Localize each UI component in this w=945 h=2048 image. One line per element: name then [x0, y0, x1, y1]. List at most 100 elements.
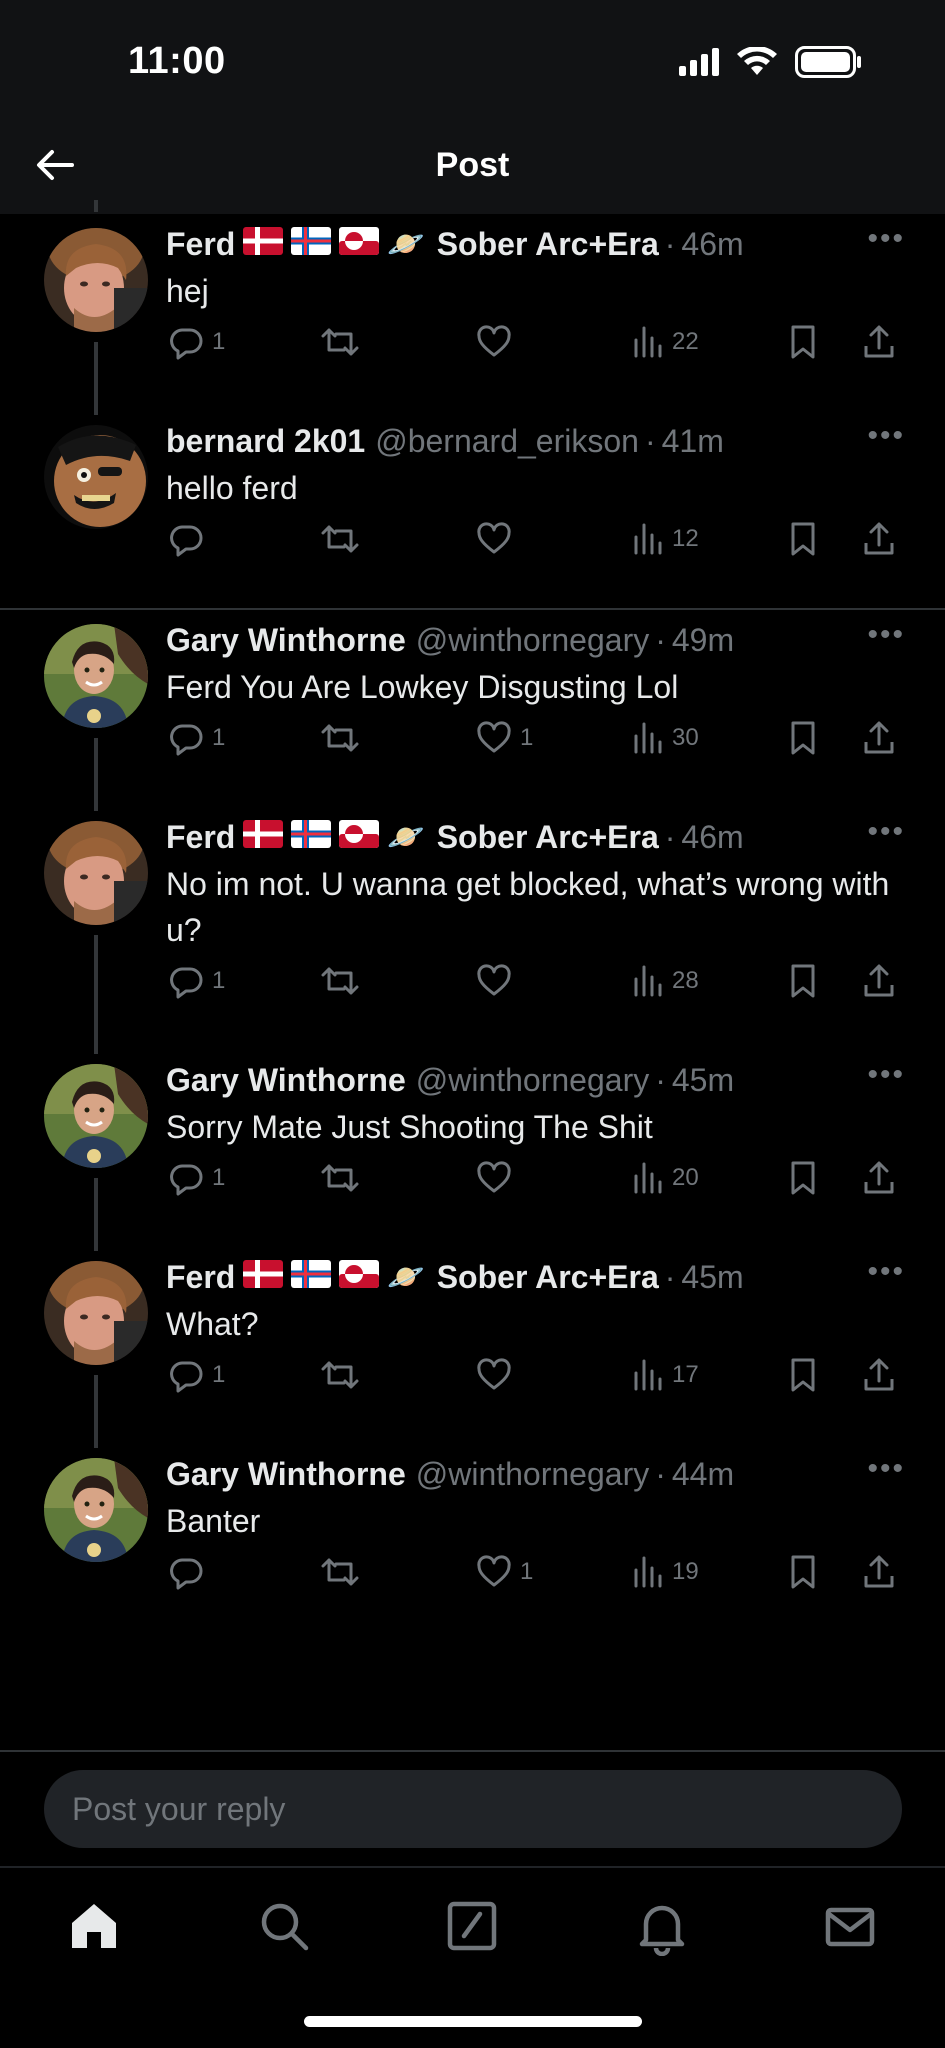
share-icon — [862, 1554, 896, 1590]
timestamp[interactable]: 45m — [672, 1062, 734, 1099]
search-icon[interactable] — [254, 1896, 314, 1956]
avatar[interactable] — [44, 425, 148, 529]
more-options-icon[interactable]: ••• — [867, 618, 905, 652]
tweet-actions: 1 28 — [0, 963, 945, 1007]
like-button[interactable] — [476, 1160, 520, 1196]
tweet[interactable]: Gary Winthorne @winthornegary · 45m ••• Sorry… — [0, 1050, 945, 1251]
reply-input[interactable]: Post your reply — [44, 1770, 902, 1848]
like-button[interactable] — [476, 963, 520, 999]
like-button[interactable] — [476, 1357, 520, 1393]
retweet-button[interactable] — [320, 1554, 368, 1590]
share-button[interactable] — [862, 1554, 896, 1590]
bookmark-button[interactable] — [788, 720, 818, 756]
retweet-button[interactable] — [320, 1160, 368, 1196]
reply-button[interactable]: 1 — [168, 324, 225, 360]
more-options-icon[interactable]: ••• — [867, 222, 905, 256]
timestamp[interactable]: 49m — [672, 622, 734, 659]
views-button[interactable]: 12 — [632, 521, 699, 557]
views-button[interactable]: 22 — [632, 324, 699, 360]
retweet-icon — [320, 963, 360, 999]
display-name[interactable]: Gary Winthorne — [166, 1062, 406, 1099]
bookmark-icon — [788, 521, 818, 557]
tweet-actions: 12 — [0, 521, 945, 565]
share-button[interactable] — [862, 324, 896, 360]
reply-button[interactable]: 1 — [168, 1160, 225, 1196]
timestamp[interactable]: 46m — [681, 819, 743, 856]
reply-button[interactable]: 1 — [168, 963, 225, 999]
timestamp[interactable]: 45m — [681, 1259, 743, 1296]
bookmark-button[interactable] — [788, 1160, 818, 1196]
share-button[interactable] — [862, 963, 896, 999]
timestamp[interactable]: 44m — [672, 1456, 734, 1493]
retweet-button[interactable] — [320, 324, 368, 360]
views-button[interactable]: 20 — [632, 1160, 699, 1196]
tweet-header: Ferd 🪐 Sober Arc+Era · 46m — [166, 815, 905, 859]
like-button[interactable] — [476, 521, 520, 557]
share-button[interactable] — [862, 1357, 896, 1393]
avatar[interactable] — [44, 1064, 148, 1168]
tweet[interactable]: bernard 2k01 @bernard_erikson · 41m ••• hello… — [0, 411, 945, 608]
display-name[interactable]: bernard 2k01 — [166, 423, 365, 460]
views-button[interactable]: 28 — [632, 963, 699, 999]
share-button[interactable] — [862, 720, 896, 756]
like-button[interactable]: 1 — [476, 720, 533, 756]
bookmark-button[interactable] — [788, 324, 818, 360]
avatar[interactable] — [44, 228, 148, 332]
display-name[interactable]: Gary Winthorne — [166, 622, 406, 659]
tweet[interactable]: Ferd 🪐 Sober Arc+Era · 45m ••• What? 1 17 — [0, 1247, 945, 1448]
user-handle[interactable]: @winthornegary — [416, 622, 649, 659]
more-options-icon[interactable]: ••• — [867, 1452, 905, 1486]
more-options-icon[interactable]: ••• — [867, 1058, 905, 1092]
bookmark-button[interactable] — [788, 963, 818, 999]
share-icon — [862, 324, 896, 360]
tweet[interactable]: Ferd 🪐 Sober Arc+Era · 46m ••• No im not. U wa… — [0, 807, 945, 1054]
retweet-button[interactable] — [320, 963, 368, 999]
display-name[interactable]: Ferd — [166, 1259, 235, 1296]
user-handle[interactable]: @bernard_erikson — [375, 423, 639, 460]
more-options-icon[interactable]: ••• — [867, 1255, 905, 1289]
more-options-icon[interactable]: ••• — [867, 815, 905, 849]
share-button[interactable] — [862, 1160, 896, 1196]
reply-button[interactable] — [168, 521, 212, 557]
views-button[interactable]: 30 — [632, 720, 699, 756]
bookmark-button[interactable] — [788, 1554, 818, 1590]
more-options-icon[interactable]: ••• — [867, 419, 905, 453]
tweet[interactable]: Ferd 🪐 Sober Arc+Era · 46m ••• hej 1 22 — [0, 200, 945, 415]
display-name[interactable]: Gary Winthorne — [166, 1456, 406, 1493]
display-name[interactable]: Ferd — [166, 226, 235, 263]
retweet-button[interactable] — [320, 720, 368, 756]
tweet-header: Gary Winthorne @winthornegary · 44m — [166, 1452, 905, 1496]
avatar[interactable] — [44, 1458, 148, 1562]
bookmark-button[interactable] — [788, 521, 818, 557]
user-handle[interactable]: @winthornegary — [416, 1062, 649, 1099]
like-button[interactable]: 1 — [476, 1554, 533, 1590]
reply-button[interactable]: 1 — [168, 720, 225, 756]
share-button[interactable] — [862, 521, 896, 557]
timestamp[interactable]: 46m — [681, 226, 743, 263]
reply-button[interactable]: 1 — [168, 1357, 225, 1393]
timestamp[interactable]: 41m — [662, 423, 724, 460]
display-name[interactable]: Ferd — [166, 819, 235, 856]
retweet-button[interactable] — [320, 1357, 368, 1393]
tweet[interactable]: Gary Winthorne @winthornegary · 49m ••• Ferd … — [0, 610, 945, 811]
retweet-button[interactable] — [320, 521, 368, 557]
like-button[interactable] — [476, 324, 520, 360]
views-button[interactable]: 17 — [632, 1357, 699, 1393]
compose-icon[interactable] — [442, 1896, 502, 1956]
tweet[interactable]: Gary Winthorne @winthornegary · 44m ••• Bante… — [0, 1444, 945, 1641]
user-handle[interactable]: @winthornegary — [416, 1456, 649, 1493]
home-icon[interactable] — [64, 1896, 124, 1956]
views-button[interactable]: 19 — [632, 1554, 699, 1590]
reply-button[interactable] — [168, 1554, 212, 1590]
thread-line — [94, 200, 98, 212]
home-indicator[interactable] — [304, 2016, 642, 2027]
avatar[interactable] — [44, 821, 148, 925]
avatar[interactable] — [44, 624, 148, 728]
bookmark-button[interactable] — [788, 1357, 818, 1393]
notifications-icon[interactable] — [632, 1896, 692, 1957]
avatar[interactable] — [44, 1261, 148, 1365]
messages-icon[interactable] — [820, 1896, 880, 1956]
flag-emojis: 🪐 — [243, 819, 425, 856]
view-count: 19 — [672, 1558, 699, 1585]
separator-dot: · — [655, 621, 666, 658]
